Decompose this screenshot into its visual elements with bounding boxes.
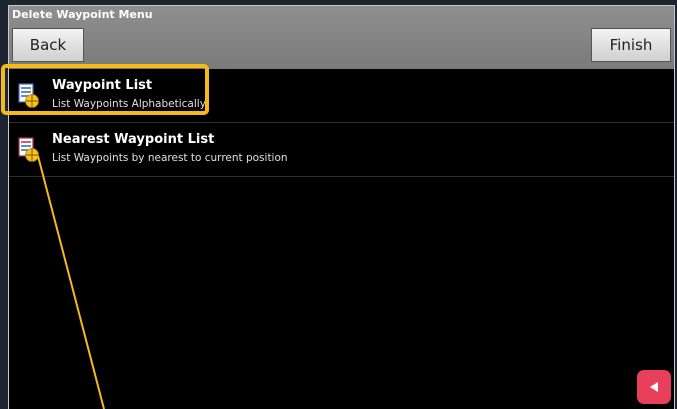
device-frame: Delete Waypoint Menu Back Finish Waypoin… — [0, 0, 677, 409]
nearest-waypoint-list-icon — [18, 137, 39, 162]
finish-button[interactable]: Finish — [591, 28, 671, 62]
menu-item-title: Nearest Waypoint List — [52, 132, 215, 147]
menu-item-subtitle: List Waypoints by nearest to current pos… — [52, 152, 288, 164]
triangle-left-icon — [650, 382, 658, 392]
window-title: Delete Waypoint Menu — [12, 8, 153, 21]
menu-item-nearest-waypoint-list[interactable]: Nearest Waypoint List List Waypoints by … — [9, 123, 674, 177]
back-button[interactable]: Back — [12, 28, 84, 62]
collapse-button[interactable] — [637, 370, 671, 404]
highlight-box — [1, 64, 209, 115]
title-bar: Delete Waypoint Menu Back Finish — [9, 6, 674, 69]
